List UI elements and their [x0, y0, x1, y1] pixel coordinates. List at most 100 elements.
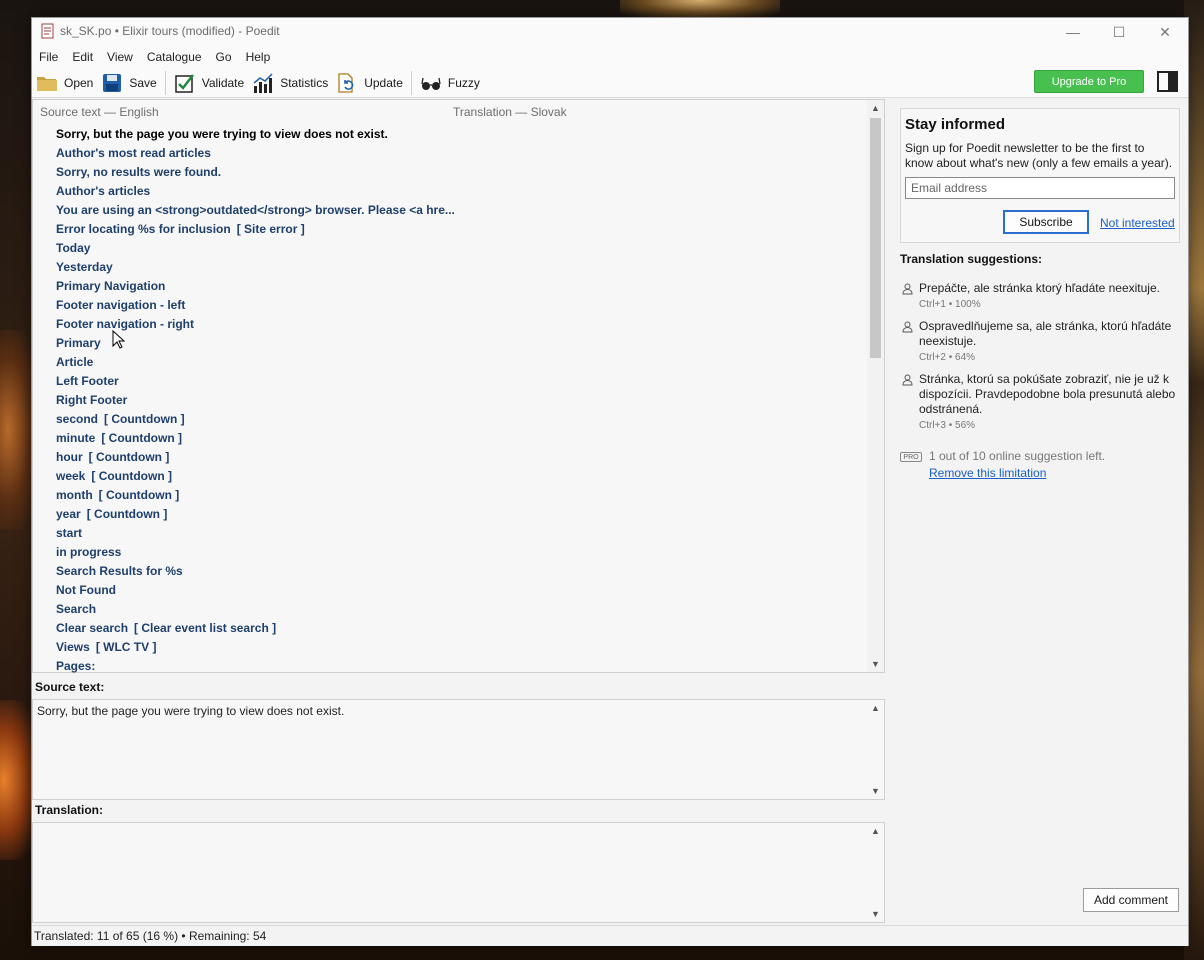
- toolbar: Open Save Validate Statistics Update Fuz…: [32, 68, 1188, 98]
- menu-view[interactable]: View: [107, 50, 133, 64]
- update-button[interactable]: Update: [332, 69, 407, 97]
- not-interested-link[interactable]: Not interested: [1100, 216, 1175, 230]
- sidebar: Stay informed Sign up for Poedit newslet…: [891, 99, 1188, 925]
- save-button[interactable]: Save: [97, 69, 160, 97]
- list-row[interactable]: Primary: [33, 334, 868, 353]
- suggestion-item[interactable]: Stránka, ktorú sa pokúšate zobraziť, nie…: [900, 372, 1185, 434]
- suggestions-title: Translation suggestions:: [900, 252, 1043, 266]
- list-row[interactable]: Not Found: [33, 581, 868, 600]
- scroll-up-icon[interactable]: ▲: [871, 703, 880, 713]
- source-text-value: Sorry, but the page you were trying to v…: [37, 704, 345, 718]
- scroll-up-icon[interactable]: ▲: [871, 103, 880, 113]
- list-row[interactable]: Left Footer: [33, 372, 868, 391]
- suggestion-limit-text: 1 out of 10 online suggestion left.: [929, 449, 1106, 463]
- list-row[interactable]: Search: [33, 600, 868, 619]
- statistics-label: Statistics: [280, 75, 329, 90]
- add-comment-button[interactable]: Add comment: [1083, 888, 1179, 912]
- scroll-down-icon[interactable]: ▼: [871, 786, 880, 796]
- close-button[interactable]: ✕: [1142, 18, 1188, 46]
- upgrade-to-pro-button[interactable]: Upgrade to Pro: [1034, 70, 1144, 93]
- list-row[interactable]: week[ Countdown ]: [33, 467, 868, 486]
- menu-catalogue[interactable]: Catalogue: [147, 50, 202, 64]
- toolbar-separator: [410, 70, 412, 95]
- translation-scrollbar[interactable]: ▲ ▼: [867, 823, 884, 922]
- list-row[interactable]: Yesterday: [33, 258, 868, 277]
- open-button[interactable]: Open: [32, 69, 97, 97]
- fuzzy-button[interactable]: Fuzzy: [416, 69, 484, 97]
- list-row[interactable]: Clear search[ Clear event list search ]: [33, 619, 868, 638]
- list-scrollbar[interactable]: ▲ ▼: [867, 100, 884, 672]
- list-row[interactable]: Search Results for %s: [33, 562, 868, 581]
- list-row[interactable]: start: [33, 524, 868, 543]
- source-column-header[interactable]: Source text — English: [40, 105, 159, 119]
- menu-go[interactable]: Go: [216, 50, 232, 64]
- floppy-icon: [101, 72, 123, 94]
- list-row[interactable]: Today: [33, 239, 868, 258]
- subscribe-button[interactable]: Subscribe: [1003, 210, 1089, 234]
- translation-input[interactable]: ▲ ▼: [32, 822, 885, 923]
- suggestion-meta: Ctrl+1 • 100%: [919, 299, 981, 310]
- translation-column-header[interactable]: Translation — Slovak: [453, 105, 567, 119]
- window-title: sk_SK.po • Elixir tours (modified) - Poe…: [60, 24, 280, 38]
- statistics-button[interactable]: Statistics: [248, 69, 332, 97]
- scroll-thumb[interactable]: [870, 118, 881, 358]
- list-row[interactable]: Author's articles: [33, 182, 868, 201]
- list-row[interactable]: Primary Navigation: [33, 277, 868, 296]
- person-icon: [902, 374, 913, 386]
- list-row[interactable]: hour[ Countdown ]: [33, 448, 868, 467]
- list-rows: Sorry, but the page you were trying to v…: [33, 125, 868, 676]
- list-header: Source text — English Translation — Slov…: [33, 100, 884, 119]
- minimize-button[interactable]: —: [1050, 18, 1096, 46]
- suggestion-item[interactable]: Ospravedlňujeme sa, ale stránka, ktorú h…: [900, 319, 1185, 367]
- newsletter-box: Stay informed Sign up for Poedit newslet…: [900, 108, 1180, 243]
- fuzzy-label: Fuzzy: [447, 75, 480, 90]
- maximize-button[interactable]: ☐: [1096, 18, 1142, 46]
- list-row[interactable]: in progress: [33, 543, 868, 562]
- bar-chart-icon: [252, 72, 274, 94]
- list-row[interactable]: Sorry, but the page you were trying to v…: [33, 125, 868, 144]
- menu-file[interactable]: File: [39, 50, 58, 64]
- checkmark-icon: [174, 72, 196, 94]
- list-row[interactable]: month[ Countdown ]: [33, 486, 868, 505]
- scroll-down-icon[interactable]: ▼: [871, 909, 880, 919]
- menu-edit[interactable]: Edit: [72, 50, 93, 64]
- update-icon: [336, 72, 358, 94]
- open-label: Open: [64, 75, 94, 90]
- suggestion-item[interactable]: Prepáčte, ale stránka ktorý hľadáte neex…: [900, 281, 1185, 315]
- list-row[interactable]: Footer navigation - right: [33, 315, 868, 334]
- pro-badge: PRO: [900, 452, 922, 462]
- list-row[interactable]: year[ Countdown ]: [33, 505, 868, 524]
- suggestion-meta: Ctrl+2 • 64%: [919, 352, 976, 363]
- menu-help[interactable]: Help: [246, 50, 271, 64]
- list-row[interactable]: You are using an <strong>outdated</stron…: [33, 201, 868, 220]
- remove-limitation-link[interactable]: Remove this limitation: [929, 466, 1046, 480]
- list-row[interactable]: minute[ Countdown ]: [33, 429, 868, 448]
- poedit-window: sk_SK.po • Elixir tours (modified) - Poe…: [31, 17, 1189, 946]
- suggestion-text: Prepáčte, ale stránka ktorý hľadáte neex…: [919, 281, 1160, 295]
- title-bar[interactable]: sk_SK.po • Elixir tours (modified) - Poe…: [32, 18, 1188, 46]
- scroll-up-icon[interactable]: ▲: [871, 826, 880, 836]
- translation-label: Translation:: [35, 803, 104, 817]
- validate-button[interactable]: Validate: [170, 69, 248, 97]
- sidebar-toggle-icon[interactable]: [1157, 71, 1178, 92]
- list-row[interactable]: Right Footer: [33, 391, 868, 410]
- source-text-label: Source text:: [35, 680, 105, 694]
- person-icon: [902, 283, 913, 295]
- source-scrollbar[interactable]: ▲ ▼: [867, 700, 884, 799]
- list-row[interactable]: Error locating %s for inclusion[ Site er…: [33, 220, 868, 239]
- list-row[interactable]: second[ Countdown ]: [33, 410, 868, 429]
- translation-list[interactable]: Source text — English Translation — Slov…: [32, 99, 885, 673]
- newsletter-text: Sign up for Poedit newsletter to be the …: [905, 141, 1173, 170]
- email-field[interactable]: Email address: [905, 177, 1175, 199]
- suggestion-text: Stránka, ktorú sa pokúšate zobraziť, nie…: [919, 372, 1176, 416]
- suggestion-meta: Ctrl+3 • 56%: [919, 420, 976, 431]
- list-row[interactable]: Article: [33, 353, 868, 372]
- list-row[interactable]: Views[ WLC TV ]: [33, 638, 868, 657]
- scroll-down-icon[interactable]: ▼: [871, 659, 880, 669]
- source-text-box[interactable]: Sorry, but the page you were trying to v…: [32, 699, 885, 800]
- list-row[interactable]: Footer navigation - left: [33, 296, 868, 315]
- list-row[interactable]: Sorry, no results were found.: [33, 163, 868, 182]
- list-row[interactable]: Author's most read articles: [33, 144, 868, 163]
- list-row[interactable]: Pages:: [33, 657, 868, 676]
- mouse-cursor-icon: [112, 330, 126, 349]
